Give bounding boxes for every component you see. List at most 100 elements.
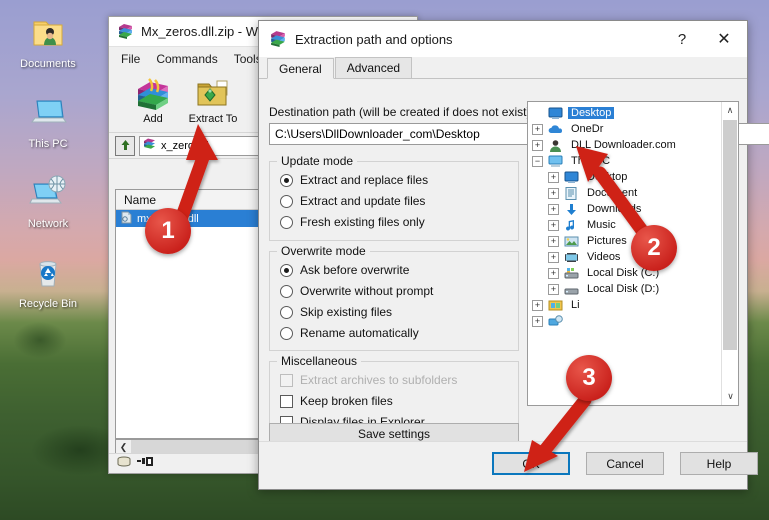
toolbar-button-add[interactable]: Add xyxy=(123,75,183,125)
dialog-footer: OK Cancel Help xyxy=(259,441,747,489)
option-label: Fresh existing files only xyxy=(300,215,425,229)
desktop-icon-documents[interactable]: Documents xyxy=(0,12,96,70)
desktop-icon-label: This PC xyxy=(28,138,67,150)
radio-indicator xyxy=(280,216,293,229)
dialog-titlebar: Extraction path and options ? ✕ xyxy=(259,21,747,57)
archive-icon xyxy=(143,137,157,154)
tree-expander-icon[interactable]: + xyxy=(532,140,543,151)
radio-indicator xyxy=(280,285,293,298)
tree-expander-icon[interactable]: + xyxy=(548,172,559,183)
tree-item-label: Downloads xyxy=(584,203,644,215)
folder-tree-scrollbar[interactable]: ∧ ∨ xyxy=(721,102,738,405)
tree-item-label: This PC xyxy=(568,155,613,167)
radio-indicator xyxy=(280,306,293,319)
documents-folder-icon xyxy=(0,12,96,56)
desktop-icon-network[interactable]: Network xyxy=(0,172,96,230)
tree-item-desktop[interactable]: Desktop xyxy=(532,105,721,121)
radio-ask-before-overwrite[interactable]: Ask before overwrite xyxy=(280,263,518,277)
tree-item-libraries[interactable]: + Li xyxy=(532,297,721,313)
tree-item-local-disk-c[interactable]: + Local Disk (C:) xyxy=(532,265,721,281)
tree-item-label: Desktop xyxy=(568,107,614,119)
recycle-bin-icon xyxy=(0,252,96,296)
menu-item-commands[interactable]: Commands xyxy=(156,52,217,66)
checkbox-keep-broken-files[interactable]: Keep broken files xyxy=(280,394,518,408)
tree-expander-icon[interactable]: + xyxy=(548,252,559,263)
desktop-icon-recycle-bin[interactable]: Recycle Bin xyxy=(0,252,96,310)
winrar-app-icon xyxy=(269,29,287,50)
network-icon xyxy=(546,315,564,328)
tree-expander-icon[interactable]: + xyxy=(548,188,559,199)
desktop-icon xyxy=(562,171,580,184)
documents-icon xyxy=(562,187,580,200)
tree-expander-icon[interactable]: + xyxy=(548,268,559,279)
radio-overwrite-without-prompt[interactable]: Overwrite without prompt xyxy=(280,284,518,298)
overwrite-mode-group: Overwrite mode Ask before overwrite Over… xyxy=(269,251,519,351)
extract-to-icon xyxy=(183,75,243,113)
destination-path-label: Destination path (will be created if doe… xyxy=(269,105,530,119)
checkbox-extract-archives-to-subfolders: Extract archives to subfolders xyxy=(280,373,518,387)
radio-extract-and-update[interactable]: Extract and update files xyxy=(280,194,518,208)
callout-badge-2: 2 xyxy=(631,225,677,271)
tree-collapse-icon[interactable]: − xyxy=(532,156,543,167)
scrollbar-thumb[interactable] xyxy=(723,120,737,350)
overwrite-mode-legend: Overwrite mode xyxy=(277,244,370,258)
cancel-button[interactable]: Cancel xyxy=(586,452,664,475)
help-button[interactable]: ? xyxy=(661,22,703,56)
scroll-up-icon[interactable]: ∧ xyxy=(722,102,738,119)
radio-indicator xyxy=(280,327,293,340)
update-mode-legend: Update mode xyxy=(277,154,357,168)
tree-item-local-disk-d[interactable]: + Local Disk (D:) xyxy=(532,281,721,297)
miscellaneous-legend: Miscellaneous xyxy=(277,354,361,368)
tree-expander-icon[interactable]: + xyxy=(548,236,559,247)
close-icon[interactable]: ✕ xyxy=(703,22,745,56)
tree-item-videos[interactable]: + Videos xyxy=(532,249,721,265)
winrar-app-icon xyxy=(117,22,134,42)
tab-advanced[interactable]: Advanced xyxy=(335,57,412,78)
tree-item-pictures[interactable]: + Pictures xyxy=(532,233,721,249)
scroll-down-icon[interactable]: ∨ xyxy=(722,388,739,405)
radio-fresh-existing-only[interactable]: Fresh existing files only xyxy=(280,215,518,229)
tree-item-onedrive[interactable]: + OneDr xyxy=(532,121,721,137)
user-icon xyxy=(546,139,564,152)
tree-item-music[interactable]: + Music xyxy=(532,217,721,233)
dialog-body: Destination path (will be created if doe… xyxy=(259,101,747,459)
tree-expander-icon[interactable]: + xyxy=(548,284,559,295)
tree-item-network[interactable]: + xyxy=(532,313,721,329)
radio-extract-and-replace[interactable]: Extract and replace files xyxy=(280,173,518,187)
tree-item-dll-downloader[interactable]: + DLL Downloader.com xyxy=(532,137,721,153)
checkbox-indicator xyxy=(280,395,293,408)
desktop-icon-label: Recycle Bin xyxy=(19,298,77,310)
tree-item-downloads[interactable]: + Downloads xyxy=(532,201,721,217)
radio-indicator xyxy=(280,174,293,187)
menu-item-file[interactable]: File xyxy=(121,52,140,66)
tree-expander-icon[interactable]: + xyxy=(548,220,559,231)
tree-item-label: Pictures xyxy=(584,235,630,247)
folder-tree-list: Desktop + OneDr + DLL Downloader.com xyxy=(528,102,721,405)
help-button-footer[interactable]: Help xyxy=(680,452,758,475)
tree-item-label: Desktop xyxy=(584,171,630,183)
option-label: Rename automatically xyxy=(300,326,419,340)
add-archive-icon xyxy=(123,75,183,113)
option-label: Overwrite without prompt xyxy=(300,284,433,298)
desktop-icon-label: Documents xyxy=(20,58,76,70)
tree-item-documents[interactable]: + Document xyxy=(532,185,721,201)
ok-button[interactable]: OK xyxy=(492,452,570,475)
up-one-level-button[interactable] xyxy=(115,136,135,156)
tree-item-desktop-child[interactable]: + Desktop xyxy=(532,169,721,185)
tab-general[interactable]: General xyxy=(267,58,334,79)
tree-expander-icon[interactable]: + xyxy=(532,300,543,311)
checkbox-indicator xyxy=(280,374,293,387)
tree-item-label: DLL Downloader.com xyxy=(568,139,679,151)
toolbar-button-extract-to[interactable]: Extract To xyxy=(183,75,243,125)
desktop-icon-this-pc[interactable]: This PC xyxy=(0,92,96,150)
option-label: Skip existing files xyxy=(300,305,392,319)
radio-rename-automatically[interactable]: Rename automatically xyxy=(280,326,518,340)
radio-skip-existing-files[interactable]: Skip existing files xyxy=(280,305,518,319)
tree-expander-icon[interactable]: + xyxy=(532,316,543,327)
tree-expander-icon[interactable]: + xyxy=(532,124,543,135)
tree-item-this-pc[interactable]: − This PC xyxy=(532,153,721,169)
music-icon xyxy=(562,219,580,232)
local-disk-icon xyxy=(562,283,580,296)
option-label: Keep broken files xyxy=(300,394,393,408)
tree-expander-icon[interactable]: + xyxy=(548,204,559,215)
